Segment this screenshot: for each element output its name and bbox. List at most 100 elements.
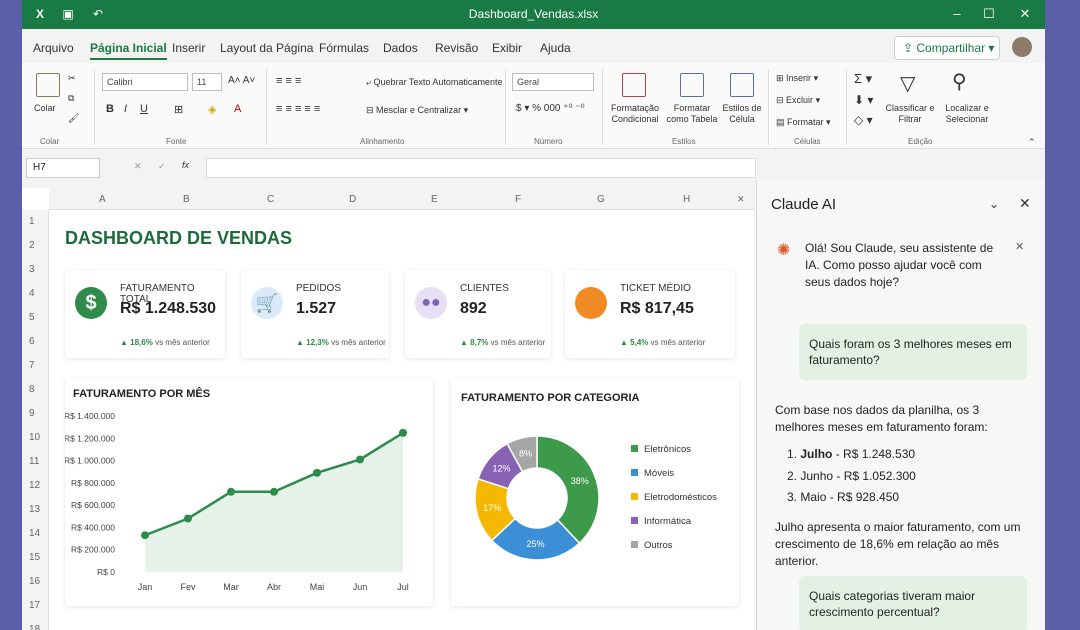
- kpi-change: ▲ 12,3% vs mês anterior: [296, 338, 386, 347]
- menu-pagina-inicial[interactable]: Página Inicial: [90, 41, 167, 60]
- column-header[interactable]: A: [99, 194, 106, 205]
- menu-arquivo[interactable]: Arquivo: [33, 41, 74, 55]
- y-tick-label: R$ 0: [97, 567, 115, 577]
- fill-icon[interactable]: ⬇ ▾: [854, 93, 873, 107]
- kpi-label: CLIENTES: [460, 283, 509, 294]
- italic-icon[interactable]: I: [124, 103, 127, 115]
- paste-icon[interactable]: [36, 73, 60, 97]
- collapse-ribbon-icon[interactable]: ⌃: [1028, 137, 1036, 148]
- maximize-icon[interactable]: ☐: [974, 4, 1004, 24]
- cell-styles-label[interactable]: Estilos de Célula: [722, 103, 762, 125]
- menu-ajuda[interactable]: Ajuda: [540, 41, 571, 55]
- column-header[interactable]: B: [183, 194, 190, 205]
- currency-icon[interactable]: $ ▾ % 000 ⁺⁰ ⁻⁰: [516, 103, 585, 114]
- align-left-icon[interactable]: ≡ ≡ ≡ ≡ ≡: [276, 103, 320, 115]
- chevron-down-icon[interactable]: ⌄: [989, 197, 999, 211]
- merge-button[interactable]: ⊟ Mesclar e Centralizar ▾: [366, 105, 468, 116]
- row-header[interactable]: 4: [29, 288, 35, 299]
- avatar[interactable]: [1012, 37, 1032, 57]
- row-header[interactable]: 7: [29, 360, 35, 371]
- format-cells-button[interactable]: ▤ Formatar ▾: [776, 117, 831, 128]
- close-icon[interactable]: ✕: [737, 194, 745, 205]
- row-header[interactable]: 1: [29, 216, 35, 227]
- kpi-card-clients[interactable]: ●● CLIENTES 892 ▲ 8,7% vs mês anterior: [405, 270, 551, 358]
- clear-icon[interactable]: ◇ ▾: [854, 113, 873, 127]
- menu-revisao[interactable]: Revisão: [435, 41, 478, 55]
- font-size-select[interactable]: 11: [192, 73, 222, 91]
- wrap-text-icon: ⤶: [366, 77, 374, 87]
- fx-label[interactable]: fx: [182, 160, 189, 170]
- format-table-icon[interactable]: [680, 73, 704, 97]
- row-header[interactable]: 12: [29, 480, 40, 491]
- data-point: [141, 531, 149, 540]
- menu-layout[interactable]: Layout da Página: [220, 41, 313, 55]
- conditional-format-icon[interactable]: [622, 73, 646, 97]
- insert-cells-button[interactable]: ⊞ Inserir ▾: [776, 73, 818, 84]
- fill-color-icon[interactable]: ◈: [208, 103, 216, 116]
- slice-label: 25%: [527, 539, 545, 549]
- find-icon[interactable]: ⚲: [952, 69, 967, 94]
- line-chart-card[interactable]: FATURAMENTO POR MÊS R$ 0 R$ 200.000 R$ 400…: [65, 378, 433, 606]
- copy-icon[interactable]: ⧉: [68, 93, 74, 104]
- formula-input[interactable]: [206, 158, 756, 178]
- row-header[interactable]: 9: [29, 408, 35, 419]
- row-header[interactable]: 5: [29, 312, 35, 323]
- enter-icon[interactable]: ✓: [158, 161, 166, 172]
- menu-dados[interactable]: Dados: [383, 41, 418, 55]
- row-header[interactable]: 10: [29, 432, 40, 443]
- row-header[interactable]: 16: [29, 576, 40, 587]
- row-header[interactable]: 14: [29, 528, 40, 539]
- font-name-select[interactable]: Calibri: [102, 73, 188, 91]
- name-box[interactable]: H7: [26, 158, 100, 178]
- close-panel-icon[interactable]: ✕: [1019, 195, 1031, 212]
- cancel-icon[interactable]: ✕: [134, 161, 142, 172]
- menu-formulas[interactable]: Fórmulas: [319, 41, 369, 55]
- minimize-icon[interactable]: –: [942, 4, 972, 24]
- column-header[interactable]: D: [349, 194, 356, 205]
- menu-inserir[interactable]: Inserir: [172, 41, 205, 55]
- autosum-icon[interactable]: Σ ▾: [854, 71, 872, 87]
- row-header[interactable]: 11: [29, 456, 39, 467]
- delete-cells-button[interactable]: ⊟ Excluir ▾: [776, 95, 820, 106]
- number-format-select[interactable]: Geral: [512, 73, 594, 91]
- slice-label: 38%: [571, 476, 589, 486]
- kpi-card-orders[interactable]: 🛒 PEDIDOS 1.527 ▲ 12,3% vs mês anterior: [241, 270, 389, 358]
- underline-icon[interactable]: U: [140, 103, 148, 115]
- column-header[interactable]: C: [267, 194, 274, 205]
- cut-icon[interactable]: ✂: [68, 73, 76, 84]
- close-icon[interactable]: ✕: [1010, 4, 1040, 24]
- increase-font-icon[interactable]: A˄ A˅: [228, 75, 255, 86]
- row-header[interactable]: 2: [29, 240, 35, 251]
- font-color-icon[interactable]: A: [234, 103, 241, 115]
- format-painter-icon[interactable]: 🖌: [68, 113, 79, 124]
- column-header[interactable]: E: [431, 194, 438, 205]
- conditional-format-label[interactable]: Formatação Condicional: [608, 103, 662, 125]
- sort-filter-icon[interactable]: ▽: [900, 71, 915, 96]
- row-header[interactable]: 15: [29, 552, 40, 563]
- row-header[interactable]: 17: [29, 600, 40, 611]
- pie-chart-card[interactable]: FATURAMENTO POR CATEGORIA 38% 25% 17% 12% 8%…: [451, 378, 739, 606]
- find-select-label[interactable]: Localizar e Selecionar: [936, 103, 998, 125]
- column-header[interactable]: F: [515, 194, 521, 205]
- divider: [94, 69, 95, 145]
- row-header[interactable]: 18: [29, 624, 40, 630]
- kpi-card-revenue[interactable]: $ FATURAMENTO TOTAL R$ 1.248.530 ▲ 18,6%…: [65, 270, 225, 358]
- sort-filter-label[interactable]: Classificar e Filtrar: [882, 103, 938, 125]
- format-table-label[interactable]: Formatar como Tabela: [662, 103, 722, 125]
- column-header[interactable]: G: [597, 194, 605, 205]
- menu-exibir[interactable]: Exibir: [492, 41, 522, 55]
- row-header[interactable]: 13: [29, 504, 40, 515]
- share-button[interactable]: ⇪ Compartilhar ▾: [894, 36, 1000, 60]
- bold-icon[interactable]: B: [106, 103, 114, 115]
- borders-icon[interactable]: ⊞: [174, 103, 183, 116]
- row-header[interactable]: 6: [29, 336, 35, 347]
- dismiss-icon[interactable]: ✕: [1015, 240, 1024, 253]
- paste-label[interactable]: Colar: [34, 103, 56, 113]
- row-header[interactable]: 3: [29, 264, 35, 275]
- column-header[interactable]: H: [683, 194, 690, 205]
- align-top-icon[interactable]: ≡ ≡ ≡: [276, 75, 301, 87]
- cell-styles-icon[interactable]: [730, 73, 754, 97]
- row-header[interactable]: 8: [29, 384, 35, 395]
- wrap-text-button[interactable]: ⤶ Quebrar Texto Automaticamente: [366, 77, 502, 88]
- kpi-card-ticket[interactable]: TICKET MÉDIO R$ 817,45 ▲ 5,4% vs mês ant…: [565, 270, 735, 358]
